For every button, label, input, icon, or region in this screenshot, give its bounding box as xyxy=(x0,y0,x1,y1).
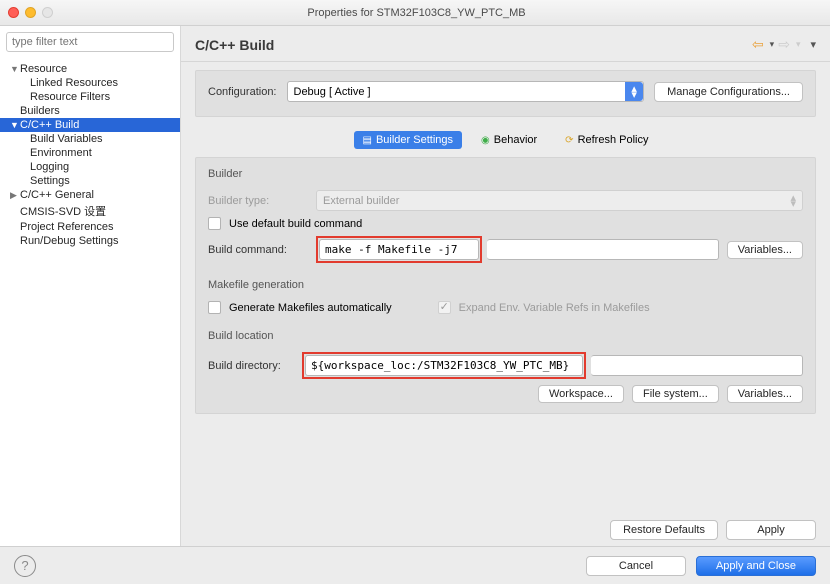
builder-type-value: External builder xyxy=(323,195,399,207)
tree-label: Build Variables xyxy=(30,133,103,145)
chevron-updown-icon: ▴▾ xyxy=(625,82,643,101)
makefile-group: Makefile generation Generate Makefiles a… xyxy=(208,279,803,320)
back-icon[interactable]: ⇦ xyxy=(752,36,764,53)
configuration-select[interactable]: Debug [ Active ] ▴▾ xyxy=(287,81,645,102)
tree-label: Builders xyxy=(20,105,60,117)
tab-behavior[interactable]: ◉ Behavior xyxy=(472,131,546,149)
build-directory-input-ext[interactable] xyxy=(591,355,803,376)
tree-label: CMSIS-SVD 设置 xyxy=(20,203,106,219)
tree-label: Resource xyxy=(20,63,67,75)
tab-builder-settings[interactable]: ▤ Builder Settings xyxy=(354,131,463,149)
page-title: C/C++ Build xyxy=(195,37,752,53)
apply-and-close-button[interactable]: Apply and Close xyxy=(696,556,816,576)
configuration-row: Configuration: Debug [ Active ] ▴▾ Manag… xyxy=(195,70,816,117)
chevron-updown-icon: ▴▾ xyxy=(790,195,796,207)
workspace-button[interactable]: Workspace... xyxy=(538,385,624,403)
category-tree: ▼Resource Linked Resources Resource Filt… xyxy=(0,58,180,252)
tree-item-build-variables[interactable]: Build Variables xyxy=(0,132,180,146)
dialog-footer: ? Cancel Apply and Close xyxy=(0,546,830,584)
tree-label: Resource Filters xyxy=(30,91,110,103)
forward-menu-icon: ▾ xyxy=(796,39,801,50)
window-title: Properties for STM32F103C8_YW_PTC_MB xyxy=(3,7,830,19)
build-command-label: Build command: xyxy=(208,244,308,256)
tree-label: Project References xyxy=(20,221,114,233)
configuration-value: Debug [ Active ] xyxy=(294,86,371,98)
build-directory-label: Build directory: xyxy=(208,360,294,372)
tree-label: Run/Debug Settings xyxy=(20,235,118,247)
tree-item-logging[interactable]: Logging xyxy=(0,160,180,174)
cancel-button[interactable]: Cancel xyxy=(586,556,686,576)
tree-label: Settings xyxy=(30,175,70,187)
restore-defaults-button[interactable]: Restore Defaults xyxy=(610,520,718,540)
generate-makefiles-label: Generate Makefiles automatically xyxy=(229,302,392,314)
builder-legend: Builder xyxy=(208,168,242,184)
tree-item-environment[interactable]: Environment xyxy=(0,146,180,160)
tree-item-run-debug[interactable]: Run/Debug Settings xyxy=(0,234,180,248)
file-system-button[interactable]: File system... xyxy=(632,385,719,403)
variables-button[interactable]: Variables... xyxy=(727,241,803,259)
manage-configurations-button[interactable]: Manage Configurations... xyxy=(654,82,803,102)
makefile-legend: Makefile generation xyxy=(208,279,304,295)
tab-label: Builder Settings xyxy=(376,134,453,146)
highlight-box xyxy=(316,236,482,263)
build-directory-input[interactable] xyxy=(305,355,583,376)
titlebar: Properties for STM32F103C8_YW_PTC_MB xyxy=(0,0,830,26)
tree-item-resource[interactable]: ▼Resource xyxy=(0,62,180,76)
generate-makefiles-checkbox[interactable] xyxy=(208,301,221,314)
tree-label: C/C++ Build xyxy=(20,119,79,131)
tree-item-linked-resources[interactable]: Linked Resources xyxy=(0,76,180,90)
variables-button-location[interactable]: Variables... xyxy=(727,385,803,403)
builder-type-label: Builder type: xyxy=(208,195,308,207)
tree-item-settings[interactable]: Settings xyxy=(0,174,180,188)
configuration-label: Configuration: xyxy=(208,86,277,98)
filter-input[interactable] xyxy=(6,32,174,52)
tab-label: Behavior xyxy=(494,134,537,146)
tree-label: Linked Resources xyxy=(30,77,118,89)
tree-item-builders[interactable]: Builders xyxy=(0,104,180,118)
view-menu-icon[interactable]: ▾ xyxy=(810,38,816,51)
circle-icon: ◉ xyxy=(481,135,490,146)
tree-item-ccpp-general[interactable]: ▶C/C++ General xyxy=(0,188,180,202)
tree-label: C/C++ General xyxy=(20,189,94,201)
tab-refresh-policy[interactable]: ⟳ Refresh Policy xyxy=(556,131,657,149)
tab-label: Refresh Policy xyxy=(578,134,649,146)
tree-item-project-references[interactable]: Project References xyxy=(0,220,180,234)
use-default-label: Use default build command xyxy=(229,218,362,230)
build-command-input[interactable] xyxy=(319,239,479,260)
tree-item-cmsis-svd[interactable]: CMSIS-SVD 设置 xyxy=(0,202,180,220)
builder-type-select: External builder ▴▾ xyxy=(316,190,803,211)
build-location-legend: Build location xyxy=(208,330,273,346)
sidebar: ▼Resource Linked Resources Resource Filt… xyxy=(0,26,181,546)
back-menu-icon[interactable]: ▾ xyxy=(770,39,775,50)
list-icon: ▤ xyxy=(363,135,372,146)
build-command-input-ext[interactable] xyxy=(487,239,719,260)
tree-item-ccpp-build[interactable]: ▼C/C++ Build xyxy=(0,118,180,132)
tree-label: Environment xyxy=(30,147,92,159)
expand-env-checkbox xyxy=(438,301,451,314)
page-header: C/C++ Build ⇦ ▾ ⇨ ▾ ▾ xyxy=(181,26,830,62)
builder-group: Builder Builder type: External builder ▴… xyxy=(208,168,803,269)
tree-label: Logging xyxy=(30,161,69,173)
build-location-group: Build location Build directory: Workspac… xyxy=(208,330,803,403)
use-default-checkbox[interactable] xyxy=(208,217,221,230)
expand-env-label: Expand Env. Variable Refs in Makefiles xyxy=(459,302,650,314)
highlight-box xyxy=(302,352,586,379)
forward-icon: ⇨ xyxy=(778,36,790,53)
refresh-icon: ⟳ xyxy=(565,135,573,146)
settings-panel: Builder Builder type: External builder ▴… xyxy=(195,157,816,414)
apply-button[interactable]: Apply xyxy=(726,520,816,540)
help-icon[interactable]: ? xyxy=(14,555,36,577)
tab-bar: ▤ Builder Settings ◉ Behavior ⟳ Refresh Pol… xyxy=(195,131,816,149)
tree-item-resource-filters[interactable]: Resource Filters xyxy=(0,90,180,104)
